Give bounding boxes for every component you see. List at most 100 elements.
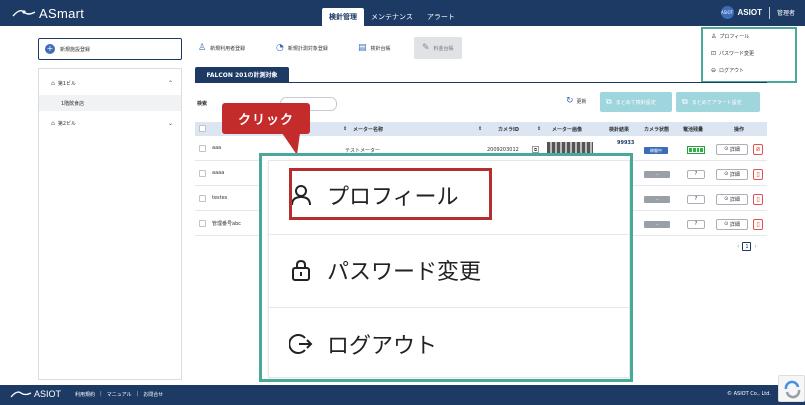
search-label: 検索 bbox=[197, 101, 208, 107]
eye-icon: ⊙ bbox=[724, 221, 729, 227]
footer: ASIOT 利用規約 | マニュアル | お問合せ © ASIOT Co., L… bbox=[0, 385, 805, 405]
bulk-meter-settings-button[interactable]: ⧉ まとめて検針設定 bbox=[600, 92, 672, 112]
column-header: カメラ状態 bbox=[644, 126, 670, 133]
target-tab[interactable]: FALCON 201の計測対象 bbox=[195, 67, 289, 82]
detail-button[interactable]: ⊙ 詳細 bbox=[716, 168, 748, 180]
zoom-menu-item-change-password[interactable]: パスワード変更 bbox=[289, 254, 481, 286]
row-checkbox[interactable] bbox=[199, 170, 206, 177]
person-icon: ♙ bbox=[711, 33, 717, 40]
bulk-label: まとめてアラート設定 bbox=[691, 99, 742, 106]
zoom-menu-item-logout[interactable]: ログアウト bbox=[289, 328, 437, 360]
new-facility-label: 新規施設登録 bbox=[60, 46, 91, 53]
lock-icon bbox=[292, 259, 310, 281]
sort-icon[interactable]: ⇕ bbox=[537, 126, 541, 132]
row-checkbox[interactable] bbox=[199, 145, 206, 152]
chevron-down-icon: ⌄ bbox=[167, 119, 173, 127]
logout-icon bbox=[289, 334, 313, 354]
battery-unknown: ? bbox=[687, 194, 705, 204]
column-header[interactable]: メーター名称 bbox=[353, 126, 383, 133]
menu-item-label: パスワード変更 bbox=[719, 51, 755, 57]
tree-item-1f-restaurant[interactable]: 1階飲食店 bbox=[39, 95, 181, 111]
copyright: © ASIOT Co., Ltd. bbox=[727, 391, 771, 397]
delete-button[interactable]: ⊘ bbox=[753, 143, 763, 155]
menu-item-change-password[interactable]: ⊡ パスワード変更 bbox=[711, 50, 754, 57]
logout-icon: ⊖ bbox=[711, 67, 717, 74]
page-button[interactable]: 1 bbox=[742, 242, 752, 251]
sort-icon[interactable]: ⇕ bbox=[478, 126, 482, 132]
menu-item-profile[interactable]: ♙ プロフィール bbox=[711, 33, 749, 40]
footer-divider: | bbox=[136, 391, 139, 397]
recaptcha-badge[interactable] bbox=[778, 375, 805, 402]
copy-icon[interactable]: ⧉ bbox=[532, 146, 539, 153]
detail-button[interactable]: ⊙ 詳細 bbox=[716, 218, 748, 230]
chevron-up-icon: ⌃ bbox=[167, 79, 173, 87]
tree-item-building-2[interactable]: ⌂ 第2ビル ⌄ bbox=[39, 115, 181, 131]
tree-item-label: 第1ビル bbox=[57, 80, 76, 87]
logo-mark-icon bbox=[12, 9, 36, 17]
row-checkbox[interactable] bbox=[199, 220, 206, 227]
user-dropdown-menu: ♙ プロフィール ⊡ パスワード変更 ⊖ ログアウト bbox=[701, 27, 797, 83]
fee-ledger-button[interactable]: ✎ 料金台帳 bbox=[414, 37, 462, 59]
toolbar-label: 料金台帳 bbox=[433, 45, 454, 52]
footer-logo-text: ASIOT bbox=[34, 389, 62, 399]
footer-link-manual[interactable]: マニュアル bbox=[107, 391, 132, 398]
row-checkbox[interactable] bbox=[199, 195, 206, 202]
delete-button[interactable]: ▯ bbox=[753, 193, 763, 205]
tree-item-label: 1階飲食店 bbox=[61, 100, 85, 107]
bulk-alert-settings-button[interactable]: ⧉ まとめてアラート設定 bbox=[676, 92, 760, 112]
select-all-checkbox[interactable] bbox=[199, 125, 206, 132]
tab-maintenance[interactable]: メンテナンス bbox=[364, 8, 420, 26]
menu-item-logout[interactable]: ⊖ ログアウト bbox=[711, 67, 744, 74]
delete-button[interactable]: ▯ bbox=[753, 168, 763, 180]
camera-status-badge: -- bbox=[644, 170, 670, 178]
menu-divider bbox=[269, 234, 630, 235]
refresh-button[interactable]: ↻ 更新 bbox=[566, 96, 587, 106]
footer-links: 利用規約 | マニュアル | お問合せ bbox=[75, 391, 168, 398]
zoom-menu-label: ログアウト bbox=[327, 334, 438, 359]
menu-divider bbox=[269, 307, 630, 308]
chevron-right-icon[interactable]: › bbox=[754, 243, 756, 250]
menu-item-label: プロフィール bbox=[719, 34, 750, 40]
trash-icon: ▯ bbox=[756, 220, 760, 228]
detail-label: 詳細 bbox=[729, 221, 740, 228]
row-name: aaaa bbox=[212, 170, 225, 176]
detail-button[interactable]: ⊙ 詳細 bbox=[716, 193, 748, 205]
column-header: 操作 bbox=[734, 126, 745, 133]
pen-icon: ✎ bbox=[422, 43, 430, 53]
meter-ledger-button[interactable]: ▤ 検針台帳 bbox=[358, 37, 391, 59]
pagination: ‹ 1 › bbox=[737, 242, 757, 251]
footer-divider: | bbox=[100, 391, 102, 397]
app-logo[interactable]: ASmart bbox=[12, 5, 84, 21]
trash-icon: ⊘ bbox=[755, 145, 761, 153]
chevron-left-icon[interactable]: ‹ bbox=[737, 243, 739, 250]
menu-item-label: ログアウト bbox=[719, 68, 745, 74]
add-user-icon: ♙ bbox=[198, 43, 207, 53]
top-header: ASmart 検針管理 メンテナンス アラート ASIOT ASIOT 管理者 bbox=[0, 0, 805, 26]
logo-mark-icon bbox=[10, 391, 32, 398]
header-divider bbox=[768, 6, 770, 19]
new-facility-button[interactable]: + 新規施設登録 bbox=[38, 38, 182, 60]
new-meter-target-button[interactable]: ◔ 新規計測対象登録 bbox=[276, 37, 328, 59]
user-menu-toggle[interactable]: 管理者 bbox=[777, 8, 795, 17]
tab-alert[interactable]: アラート bbox=[420, 8, 462, 26]
column-header[interactable]: カメラID bbox=[498, 126, 519, 133]
building-icon: ⌂ bbox=[51, 119, 55, 127]
detail-button[interactable]: ⊙ 詳細 bbox=[716, 143, 748, 155]
row-name: testes bbox=[212, 195, 228, 201]
camera-status-badge: -- bbox=[644, 195, 670, 203]
detail-label: 詳細 bbox=[729, 196, 740, 203]
footer-link-terms[interactable]: 利用規約 bbox=[75, 391, 95, 398]
eye-icon: ⊙ bbox=[724, 171, 729, 177]
tree-item-building-1[interactable]: ⌂ 第1ビル ⌃ bbox=[39, 75, 181, 91]
app-name: ASmart bbox=[39, 5, 85, 21]
delete-button[interactable]: ▯ bbox=[753, 218, 763, 230]
footer-link-contact[interactable]: お問合せ bbox=[143, 391, 163, 398]
new-user-button[interactable]: ♙ 新規利用者登録 bbox=[198, 37, 245, 59]
tab-underline bbox=[195, 82, 767, 83]
brand-name: ASIOT bbox=[737, 8, 762, 17]
tab-meter-management[interactable]: 検針管理 bbox=[322, 8, 364, 26]
column-header: メーター画像 bbox=[552, 126, 583, 133]
footer-logo[interactable]: ASIOT bbox=[10, 389, 61, 399]
meter-result: 99933 bbox=[617, 140, 635, 146]
sort-icon[interactable]: ⇕ bbox=[343, 126, 347, 132]
